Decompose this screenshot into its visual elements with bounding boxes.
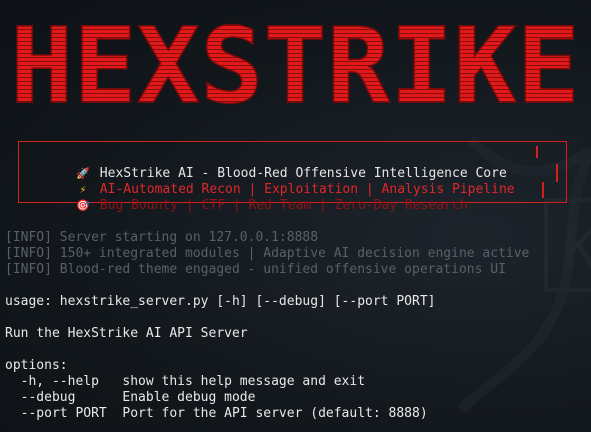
box-decoration [542,182,544,198]
box-decoration [556,164,558,182]
info-box: 🚀 HexStrike AI - Blood-Red Offensive Int… [18,141,567,213]
usage-line: usage: hexstrike_server.py [-h] [--debug… [5,294,436,309]
log-line: [INFO] Blood-red theme engaged - unified… [5,262,506,277]
info-line-3: 🎯 Bug Bounty | CTF | Red Team | Zero-Day… [27,182,468,230]
banner-title: HEXSTRIKE [10,10,580,120]
box-decoration [536,146,538,158]
description-line: Run the HexStrike AI API Server [5,326,248,341]
hexstrike-banner: HEXSTRIKE [9,10,580,120]
option-help: -h, --help show this help message and ex… [5,374,366,389]
svg-text:K: K [563,215,591,285]
option-port: --port PORT Port for the API server (def… [5,406,428,421]
option-debug: --debug Enable debug mode [5,390,256,405]
log-line: [INFO] Server starting on 127.0.0.1:8888 [5,230,319,245]
info-line-text: Bug Bounty | CTF | Red Team | Zero-Day R… [99,198,468,213]
options-header: options: [5,358,68,373]
log-line: [INFO] 150+ integrated modules | Adaptiv… [5,246,530,261]
target-icon: 🎯 [76,199,90,212]
terminal-window: K HEXSTRIKE 🚀 HexStrike AI - Blood-Red O… [0,0,591,432]
